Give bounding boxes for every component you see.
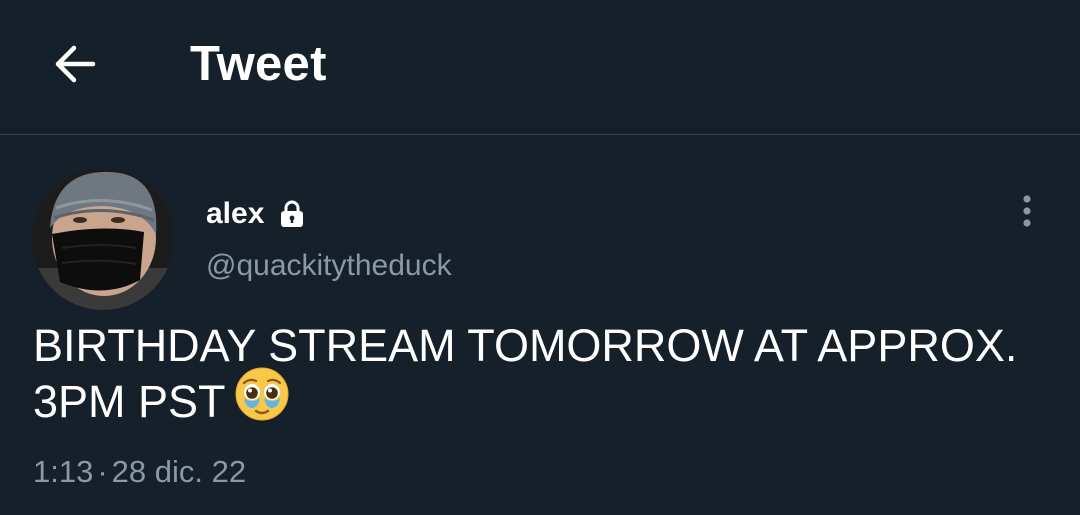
tweet-date: 28 dic. 22	[111, 454, 247, 489]
pleading-face-emoji	[234, 366, 290, 435]
more-vertical-icon	[1023, 195, 1031, 227]
more-options-button[interactable]	[1008, 186, 1046, 236]
tweet-text: BIRTHDAY STREAM TOMORROW AT APPROX. 3PM …	[33, 318, 1053, 435]
author-name-row: alex	[206, 194, 304, 234]
tweet-time: 1:13	[33, 454, 94, 489]
profile-photo	[32, 168, 174, 310]
lock-icon	[281, 200, 304, 227]
avatar[interactable]	[32, 168, 174, 310]
tweet-timestamp[interactable]: 1:13 · 28 dic. 22	[33, 452, 246, 492]
author-handle[interactable]: @quackitytheduck	[206, 246, 452, 286]
tweet-body: BIRTHDAY STREAM TOMORROW AT APPROX. 3PM …	[33, 320, 1018, 427]
arrow-left-icon	[55, 45, 96, 83]
back-button[interactable]	[44, 36, 104, 92]
top-bar: Tweet	[0, 0, 1080, 135]
page-title: Tweet	[190, 37, 327, 91]
author-display-name[interactable]: alex	[206, 194, 264, 234]
timestamp-separator: ·	[97, 454, 108, 489]
